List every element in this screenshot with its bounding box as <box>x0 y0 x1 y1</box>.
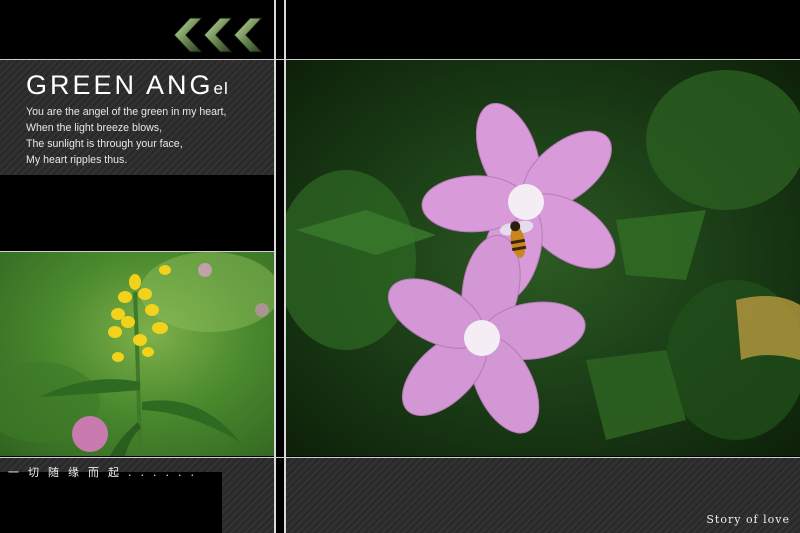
yellow-flower-illustration <box>0 252 274 456</box>
caption-block <box>0 472 222 533</box>
page-title: GREEN ANGel <box>26 72 229 99</box>
chevron-left-icon-1 <box>173 17 204 53</box>
pink-mallow-flowers-with-bee-photo <box>286 60 800 456</box>
poem-line: The sunlight is through your face, <box>26 138 183 150</box>
top-left-header <box>0 0 274 58</box>
poem-text: You are the angel of the green in my hea… <box>26 104 226 168</box>
title-suffix: el <box>213 79 229 98</box>
chevron-left-icon-3 <box>233 17 264 53</box>
poem-line: When the light breeze blows, <box>26 122 163 134</box>
triple-left-chevron-icon[interactable] <box>172 16 270 54</box>
title-main: GREEN ANG <box>26 70 214 100</box>
yellow-flower-photo <box>0 252 274 456</box>
chevron-left-icon-2 <box>203 17 234 53</box>
poem-line: You are the angel of the green in my hea… <box>26 106 227 118</box>
footer-tagline: Story of love <box>706 513 790 526</box>
top-right-header <box>286 0 800 58</box>
caption-panel: 一切随缘而起...... <box>0 458 274 533</box>
vertical-divider-left <box>274 0 276 533</box>
footer-panel: Story of love <box>286 458 800 533</box>
title-panel: GREEN ANGel You are the angel of the gre… <box>0 60 274 175</box>
mallow-flowers-illustration <box>286 70 800 440</box>
caption-text: 一切随缘而起...... <box>8 466 203 479</box>
poem-line: My heart ripples thus. <box>26 154 128 166</box>
spacer-panel <box>0 176 274 250</box>
